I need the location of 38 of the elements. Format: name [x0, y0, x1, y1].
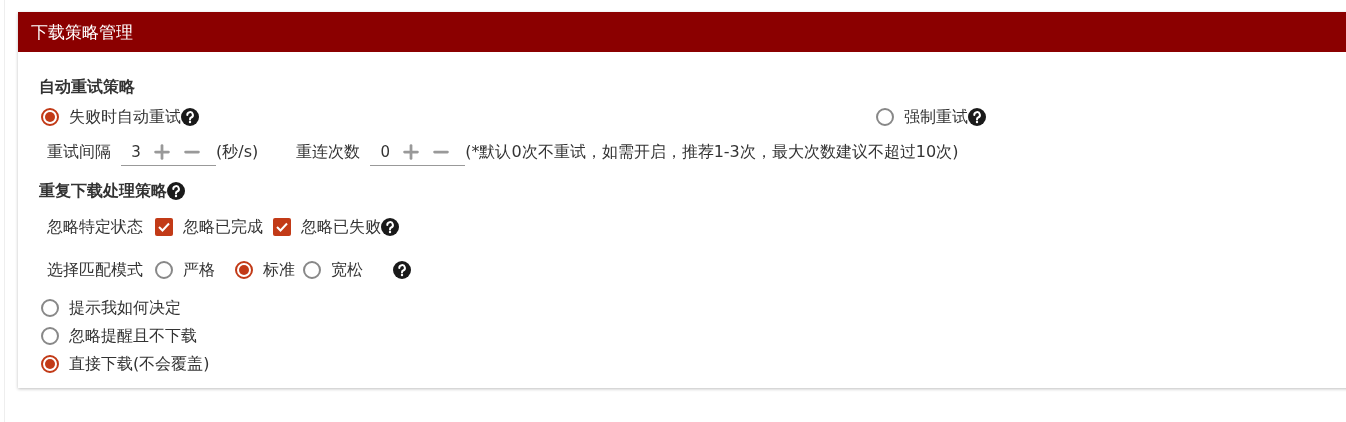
radio-label: 严格 [183, 259, 215, 281]
option-group-label: 忽略特定状态 [47, 216, 143, 238]
help-icon[interactable] [167, 182, 185, 200]
field-label: 重试间隔 [47, 141, 111, 163]
radio-button[interactable] [235, 261, 253, 279]
section-heading: 重复下载处理策略 [39, 180, 167, 202]
radio-label: 标准 [263, 259, 295, 281]
radio-button[interactable] [876, 108, 894, 126]
option-group-label: 选择匹配模式 [47, 259, 143, 281]
help-icon[interactable] [181, 108, 199, 126]
radio-button[interactable] [303, 261, 321, 279]
radio-label: 提示我如何决定 [69, 297, 181, 319]
radio-label: 宽松 [331, 259, 363, 281]
field-value: 0 [379, 142, 391, 161]
radio-label: 忽略提醒且不下载 [69, 325, 197, 347]
help-icon[interactable] [968, 108, 986, 126]
checkbox-label: 忽略已失败 [301, 216, 381, 238]
field-note: (*默认0次不重试，如需开启，推荐1-3次，最大次数建议不超过10次) [465, 141, 959, 163]
section-heading: 自动重试策略 [39, 76, 135, 98]
radio-label: 直接下载(不会覆盖) [69, 353, 210, 375]
help-icon[interactable] [393, 261, 411, 279]
radio-button[interactable] [41, 355, 59, 373]
checkbox[interactable] [273, 218, 291, 236]
field-value: 3 [130, 142, 142, 161]
number-field[interactable]: 0 [370, 138, 466, 166]
field-label: 重连次数 [296, 141, 361, 163]
radio-button[interactable] [155, 261, 173, 279]
panel-title: 下载策略管理 [18, 12, 1346, 52]
radio-button[interactable] [41, 299, 59, 317]
number-field[interactable]: 3 [121, 138, 216, 166]
help-icon[interactable] [381, 218, 399, 236]
checkbox[interactable] [155, 218, 173, 236]
radio-label: 失败时自动重试 [69, 106, 181, 128]
field-note: (秒/s) [216, 141, 259, 163]
radio-button[interactable] [41, 327, 59, 345]
radio-label: 强制重试 [904, 106, 968, 128]
radio-button[interactable] [41, 108, 59, 126]
checkbox-label: 忽略已完成 [183, 216, 263, 238]
